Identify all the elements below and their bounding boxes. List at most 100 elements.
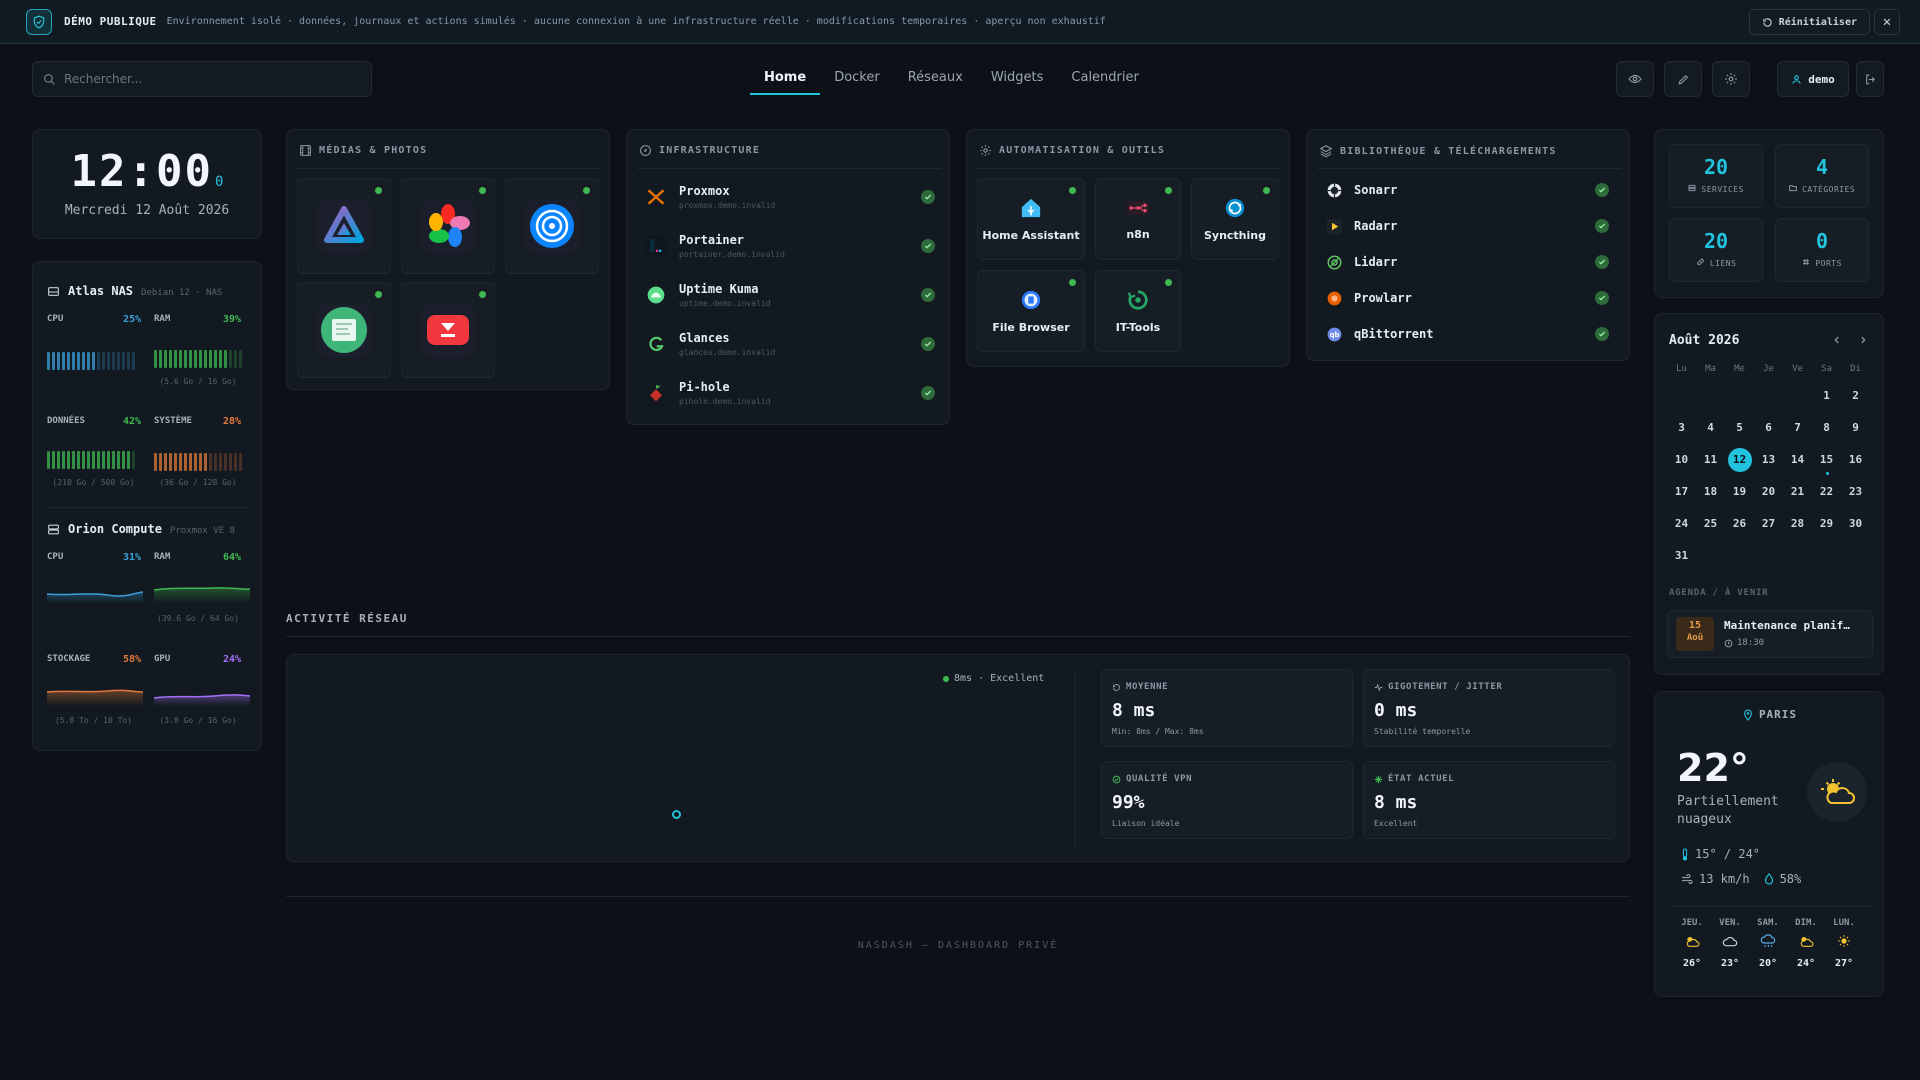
calendar-day[interactable]: 31 — [1667, 543, 1696, 575]
calendar-day[interactable]: 6 — [1754, 415, 1783, 447]
service-item-uptime-kuma[interactable]: Uptime Kuma uptime.demo.invalid — [645, 274, 935, 316]
tab-reseaux[interactable]: Réseaux — [894, 66, 977, 95]
gauge-segment — [97, 352, 100, 370]
calendar-day[interactable]: 20 — [1754, 479, 1783, 511]
library-item-radarr[interactable]: Radarr — [1327, 216, 1609, 236]
gauge-segment — [112, 352, 115, 370]
calendar-day[interactable]: 22 — [1812, 479, 1841, 511]
metric-detail: (210 Go / 500 Go) — [52, 478, 135, 487]
stat-categories: 4 CATÉGORIES — [1775, 144, 1869, 208]
calendar-day[interactable]: 7 — [1783, 415, 1812, 447]
calendar-day[interactable]: 4 — [1696, 415, 1725, 447]
gauge-segment — [92, 451, 95, 469]
service-item-pihole[interactable]: Pi-hole pihole.demo.invalid — [645, 372, 935, 414]
immich-icon — [421, 199, 475, 253]
clock-widget: 12:00 0 Mercredi 12 Août 2026 — [32, 129, 262, 239]
automation-tile-n8n[interactable]: n8n — [1095, 178, 1181, 260]
calendar-day[interactable]: 28 — [1783, 511, 1812, 543]
calendar-day[interactable]: 18 — [1696, 479, 1725, 511]
automation-tile-it-tools[interactable]: IT-Tools — [1095, 270, 1181, 352]
calendar-day[interactable]: 11 — [1696, 447, 1725, 479]
calendar-day[interactable]: 27 — [1754, 511, 1783, 543]
media-app-tile[interactable] — [297, 282, 391, 378]
settings-button[interactable] — [1712, 61, 1750, 97]
calendar-day[interactable]: 3 — [1667, 415, 1696, 447]
forecast-day: SAM. 20° — [1749, 918, 1787, 969]
calendar-day[interactable]: 29 — [1812, 511, 1841, 543]
media-app-tile[interactable] — [401, 178, 495, 274]
library-title: BIBLIOTHÈQUE & TÉLÉCHARGEMENTS — [1340, 145, 1557, 157]
gauge-segment — [62, 352, 65, 370]
logout-button[interactable] — [1856, 61, 1884, 97]
network-card-average: MOYENNE 8 ms Min: 8ms / Max: 8ms — [1101, 669, 1353, 747]
calendar-day[interactable]: 23 — [1841, 479, 1870, 511]
calendar-day[interactable]: 9 — [1841, 415, 1870, 447]
reset-button[interactable]: Réinitialiser — [1748, 9, 1870, 35]
prev-month-button[interactable] — [1829, 332, 1845, 348]
servers-widget: Atlas NAS Debian 12 · NAS CPU 25% RAM 39… — [32, 261, 262, 751]
edit-button[interactable] — [1664, 61, 1702, 97]
library-item-prowlarr[interactable]: Prowlarr — [1327, 288, 1609, 308]
close-banner-button[interactable]: ✕ — [1874, 9, 1900, 35]
gauge-segment — [239, 350, 242, 368]
lidarr-icon — [1327, 255, 1342, 269]
automation-tile-home-assistant[interactable]: Home Assistant — [977, 178, 1085, 260]
gauge-segment — [224, 453, 227, 471]
search-bar[interactable] — [32, 61, 372, 97]
banner-title: DÉMO PUBLIQUE — [64, 15, 157, 28]
tab-calendrier[interactable]: Calendrier — [1057, 66, 1152, 95]
calendar-day[interactable]: 15 — [1812, 447, 1841, 479]
service-item-glances[interactable]: Glances glances.demo.invalid — [645, 323, 935, 365]
media-app-tile[interactable] — [401, 282, 495, 378]
metric-value: 39% — [222, 314, 241, 325]
calendar-day[interactable]: 16 — [1841, 447, 1870, 479]
calendar-day[interactable]: 21 — [1783, 479, 1812, 511]
automation-tile-file-browser[interactable]: File Browser — [977, 270, 1085, 352]
gauge-segment — [184, 350, 187, 368]
tab-home[interactable]: Home — [750, 66, 821, 95]
calendar-day[interactable]: 8 — [1812, 415, 1841, 447]
calendar-day[interactable]: 24 — [1667, 511, 1696, 543]
calendar-weekday: Ma — [1705, 364, 1716, 374]
library-item-qbittorrent[interactable]: qb qBittorrent — [1327, 324, 1609, 344]
service-item-portainer[interactable]: Portainer portainer.demo.invalid — [645, 225, 935, 267]
shield-check-icon — [1112, 775, 1121, 783]
next-month-button[interactable] — [1855, 332, 1871, 348]
tab-widgets[interactable]: Widgets — [977, 66, 1058, 95]
status-dot — [479, 291, 486, 298]
calendar-day[interactable]: 5 — [1725, 415, 1754, 447]
gauge-segment — [132, 352, 135, 370]
forecast-temp: 23° — [1720, 958, 1740, 969]
search-input[interactable] — [64, 72, 344, 86]
calendar-day[interactable]: 13 — [1754, 447, 1783, 479]
calendar-day[interactable]: 10 — [1667, 447, 1696, 479]
calendar-day-today[interactable]: 12 — [1725, 447, 1754, 479]
calendar-day[interactable]: 19 — [1725, 479, 1754, 511]
automation-tile-syncthing[interactable]: Syncthing — [1191, 178, 1279, 260]
metric-label: RAM — [154, 552, 171, 562]
media-app-tile[interactable] — [505, 178, 599, 274]
calendar-day[interactable]: 26 — [1725, 511, 1754, 543]
calendar-day[interactable]: 25 — [1696, 511, 1725, 543]
gauge-segment — [102, 451, 105, 469]
bar-gauge — [47, 451, 135, 469]
bar-gauge — [47, 352, 135, 370]
calendar-day[interactable]: 14 — [1783, 447, 1812, 479]
file-browser-icon — [1021, 290, 1041, 309]
calendar-day[interactable]: 17 — [1667, 479, 1696, 511]
media-app-tile[interactable] — [297, 178, 391, 274]
tab-docker[interactable]: Docker — [820, 66, 894, 95]
refresh-icon — [1113, 683, 1120, 691]
calendar-day[interactable]: 1 — [1812, 383, 1841, 415]
library-item-sonarr[interactable]: Sonarr — [1327, 180, 1609, 200]
calendar-day[interactable]: 30 — [1841, 511, 1870, 543]
user-menu-button[interactable]: demo — [1777, 61, 1849, 97]
visibility-button[interactable] — [1616, 61, 1654, 97]
library-item-lidarr[interactable]: Lidarr — [1327, 252, 1609, 272]
gauge-segment — [67, 451, 70, 469]
calendar-day[interactable]: 2 — [1841, 383, 1870, 415]
service-item-proxmox[interactable]: Proxmox proxmox.demo.invalid — [645, 176, 935, 218]
agenda-event[interactable]: 15 Aoû Maintenance planif… 18:30 — [1667, 610, 1873, 658]
forecast-day: JEU. 26° — [1673, 918, 1711, 969]
status-dot — [1165, 279, 1172, 286]
